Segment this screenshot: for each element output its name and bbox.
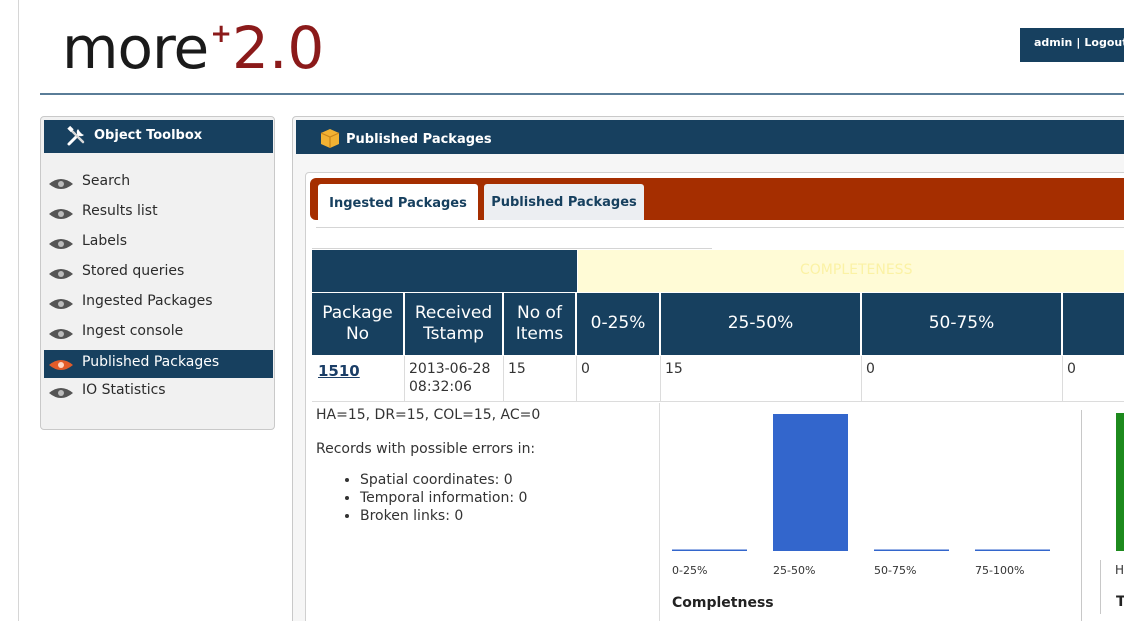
eye-icon — [49, 360, 73, 370]
app-logo: more+2.0 — [62, 14, 324, 86]
chart-tick-label: 25-50% — [773, 564, 815, 577]
col-header-items[interactable]: No of Items — [504, 293, 576, 355]
sidebar-item-label: IO Statistics — [82, 382, 166, 398]
toolbox-nav: Search Results list Labels Stored querie… — [44, 169, 273, 408]
second-chart-divider — [1100, 560, 1101, 614]
col-header-package-no[interactable]: Package No — [312, 293, 404, 355]
logout-link[interactable]: Logout — [1084, 36, 1124, 49]
sidebar-item-labels[interactable]: Labels — [44, 229, 273, 259]
sidebar-item-label: Labels — [82, 233, 128, 249]
cell-items: 15 — [504, 356, 577, 402]
chart-bar-3 — [975, 549, 1050, 551]
chart-tick-label: 75-100% — [975, 564, 1024, 577]
package-icon — [320, 129, 340, 148]
panel-header: Published Packages — [296, 120, 1124, 154]
error-item: Spatial coordinates: 0 — [360, 471, 659, 489]
second-chart-title: T — [1116, 594, 1124, 610]
col-header-line: 50-75% — [928, 313, 995, 333]
chart-bar-1 — [773, 414, 848, 551]
col-header-received[interactable]: Received Tstamp — [405, 293, 503, 355]
header-divider — [40, 93, 1124, 95]
cell-package-no: 1510 — [312, 356, 405, 402]
received-date: 2013-06-28 — [409, 361, 491, 377]
page-title: Published Packages — [346, 132, 492, 147]
sidebar-item-published-packages[interactable]: Published Packages — [44, 350, 273, 378]
cell-50-75: 0 — [862, 356, 1063, 402]
second-chart-label: H — [1115, 563, 1124, 577]
sidebar-item-label: Ingest console — [82, 323, 184, 339]
chart-title: Completness — [672, 595, 774, 611]
col-header-line: No of — [517, 303, 562, 323]
sidebar-item-label: Ingested Packages — [82, 293, 213, 309]
chart-tick-label: 50-75% — [874, 564, 916, 577]
tab-published-packages[interactable]: Published Packages — [484, 184, 644, 220]
userbar-separator: | — [1076, 36, 1081, 49]
error-item: Temporal information: 0 — [360, 489, 659, 507]
errors-list: Spatial coordinates: 0 Temporal informat… — [360, 471, 659, 525]
package-link[interactable]: 1510 — [316, 362, 360, 380]
eye-icon — [49, 209, 73, 219]
sidebar-item-label: Published Packages — [82, 354, 220, 370]
chart-bar-2 — [874, 549, 949, 551]
cell-25-50: 15 — [661, 356, 862, 402]
table-top-rule — [312, 248, 712, 249]
col-header-75-100 — [1063, 293, 1124, 355]
col-header-0-25[interactable]: 0-25% — [577, 293, 660, 355]
col-header-line: 25-50% — [727, 313, 794, 333]
eye-icon — [49, 269, 73, 279]
col-header-50-75[interactable]: 50-75% — [862, 293, 1062, 355]
user-bar: admin | Logout — [1020, 28, 1124, 62]
chart-tick-label: 0-25% — [672, 564, 707, 577]
cell-0-25: 0 — [577, 356, 661, 402]
sidebar-item-label: Stored queries — [82, 263, 185, 279]
package-summary: HA=15, DR=15, COL=15, AC=0 — [316, 407, 541, 423]
second-chart-bar — [1116, 413, 1124, 551]
col-header-line: Package — [322, 303, 393, 323]
errors-intro: Records with possible errors in: — [316, 441, 536, 457]
completeness-band-label: COMPLETENESS — [800, 262, 913, 278]
eye-icon — [49, 299, 73, 309]
cell-75-100: 0 — [1063, 356, 1124, 402]
cell-received: 2013-06-28 08:32:06 — [405, 356, 504, 402]
col-header-line: Items — [515, 324, 564, 344]
tools-icon — [67, 125, 85, 146]
tab-ingested-packages[interactable]: Ingested Packages — [318, 184, 478, 220]
sidebar-item-results-list[interactable]: Results list — [44, 199, 273, 229]
chart-divider — [1081, 410, 1082, 621]
sidebar-item-label: Results list — [82, 203, 158, 219]
col-header-line: Tstamp — [423, 324, 484, 344]
username-link[interactable]: admin — [1034, 36, 1072, 49]
sidebar-item-search[interactable]: Search — [44, 169, 273, 199]
eye-icon — [49, 179, 73, 189]
logo-plus: + — [210, 19, 233, 49]
eye-icon — [49, 329, 73, 339]
col-header-line: No — [345, 324, 370, 344]
logo-version: 2.0 — [232, 14, 325, 82]
package-details: HA=15, DR=15, COL=15, AC=0 Records with … — [312, 403, 660, 621]
received-time: 08:32:06 — [409, 379, 472, 395]
sidebar-item-ingested-packages[interactable]: Ingested Packages — [44, 289, 273, 319]
tab-divider — [316, 227, 1124, 228]
sidebar-item-stored-queries[interactable]: Stored queries — [44, 259, 273, 289]
col-header-line: 0-25% — [590, 313, 646, 333]
col-header-25-50[interactable]: 25-50% — [661, 293, 861, 355]
completeness-chart: 0-25% 25-50% 50-75% 75-100% Completness — [672, 414, 1050, 611]
eye-icon — [49, 239, 73, 249]
sidebar-item-label: Search — [82, 173, 131, 189]
object-toolbox: Object Toolbox Search Results list Label… — [40, 116, 275, 430]
error-item: Broken links: 0 — [360, 507, 659, 525]
eye-icon — [49, 388, 73, 398]
col-header-line: Received — [414, 303, 493, 323]
sidebar-item-ingest-console[interactable]: Ingest console — [44, 319, 273, 349]
chart-bar-0 — [672, 549, 747, 551]
toolbox-header: Object Toolbox — [44, 120, 273, 153]
left-rule — [18, 0, 19, 621]
toolbox-title: Object Toolbox — [94, 128, 203, 143]
table-group-header — [312, 250, 577, 292]
logo-word: more — [62, 14, 209, 82]
sidebar-item-io-statistics[interactable]: IO Statistics — [44, 378, 273, 408]
